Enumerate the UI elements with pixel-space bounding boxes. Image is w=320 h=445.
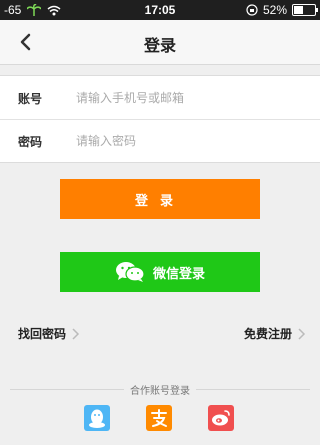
alipay-login-button[interactable] [146, 405, 172, 431]
forgot-password-link[interactable]: 找回密码 [18, 325, 80, 342]
login-button[interactable]: 登录 [60, 179, 260, 219]
partner-login-heading: 合作账号登录 [0, 382, 320, 397]
nav-bar: 登录 [0, 20, 320, 65]
weibo-icon [212, 410, 230, 426]
register-label: 免费注册 [243, 327, 292, 341]
wechat-login-button[interactable]: 微信登录 [60, 252, 260, 292]
password-input[interactable] [74, 129, 308, 153]
account-input[interactable] [74, 86, 308, 110]
chevron-right-icon [72, 327, 80, 340]
account-label: 账号 [18, 92, 43, 106]
alipay-icon [151, 409, 167, 427]
battery-percent: 52% [262, 3, 287, 17]
login-form: 账号 密码 [0, 75, 320, 163]
qq-login-button[interactable] [84, 405, 110, 431]
partner-login-label: 合作账号登录 [124, 386, 196, 397]
weibo-login-button[interactable] [208, 405, 234, 431]
page-title: 登录 [143, 36, 176, 55]
rotation-lock-icon [246, 4, 258, 16]
password-row: 密码 [0, 119, 320, 162]
qq-icon [89, 409, 105, 428]
forgot-password-label: 找回密码 [18, 327, 67, 341]
battery-icon [292, 4, 318, 16]
register-link[interactable]: 免费注册 [244, 325, 306, 342]
wechat-icon [115, 262, 145, 282]
wechat-login-label: 微信登录 [152, 266, 205, 282]
status-right: 52% [246, 3, 318, 17]
password-label: 密码 [18, 135, 43, 149]
status-bar: -65 17:05 52% [0, 0, 320, 20]
account-row: 账号 [0, 76, 320, 120]
chevron-right-icon [298, 327, 306, 340]
